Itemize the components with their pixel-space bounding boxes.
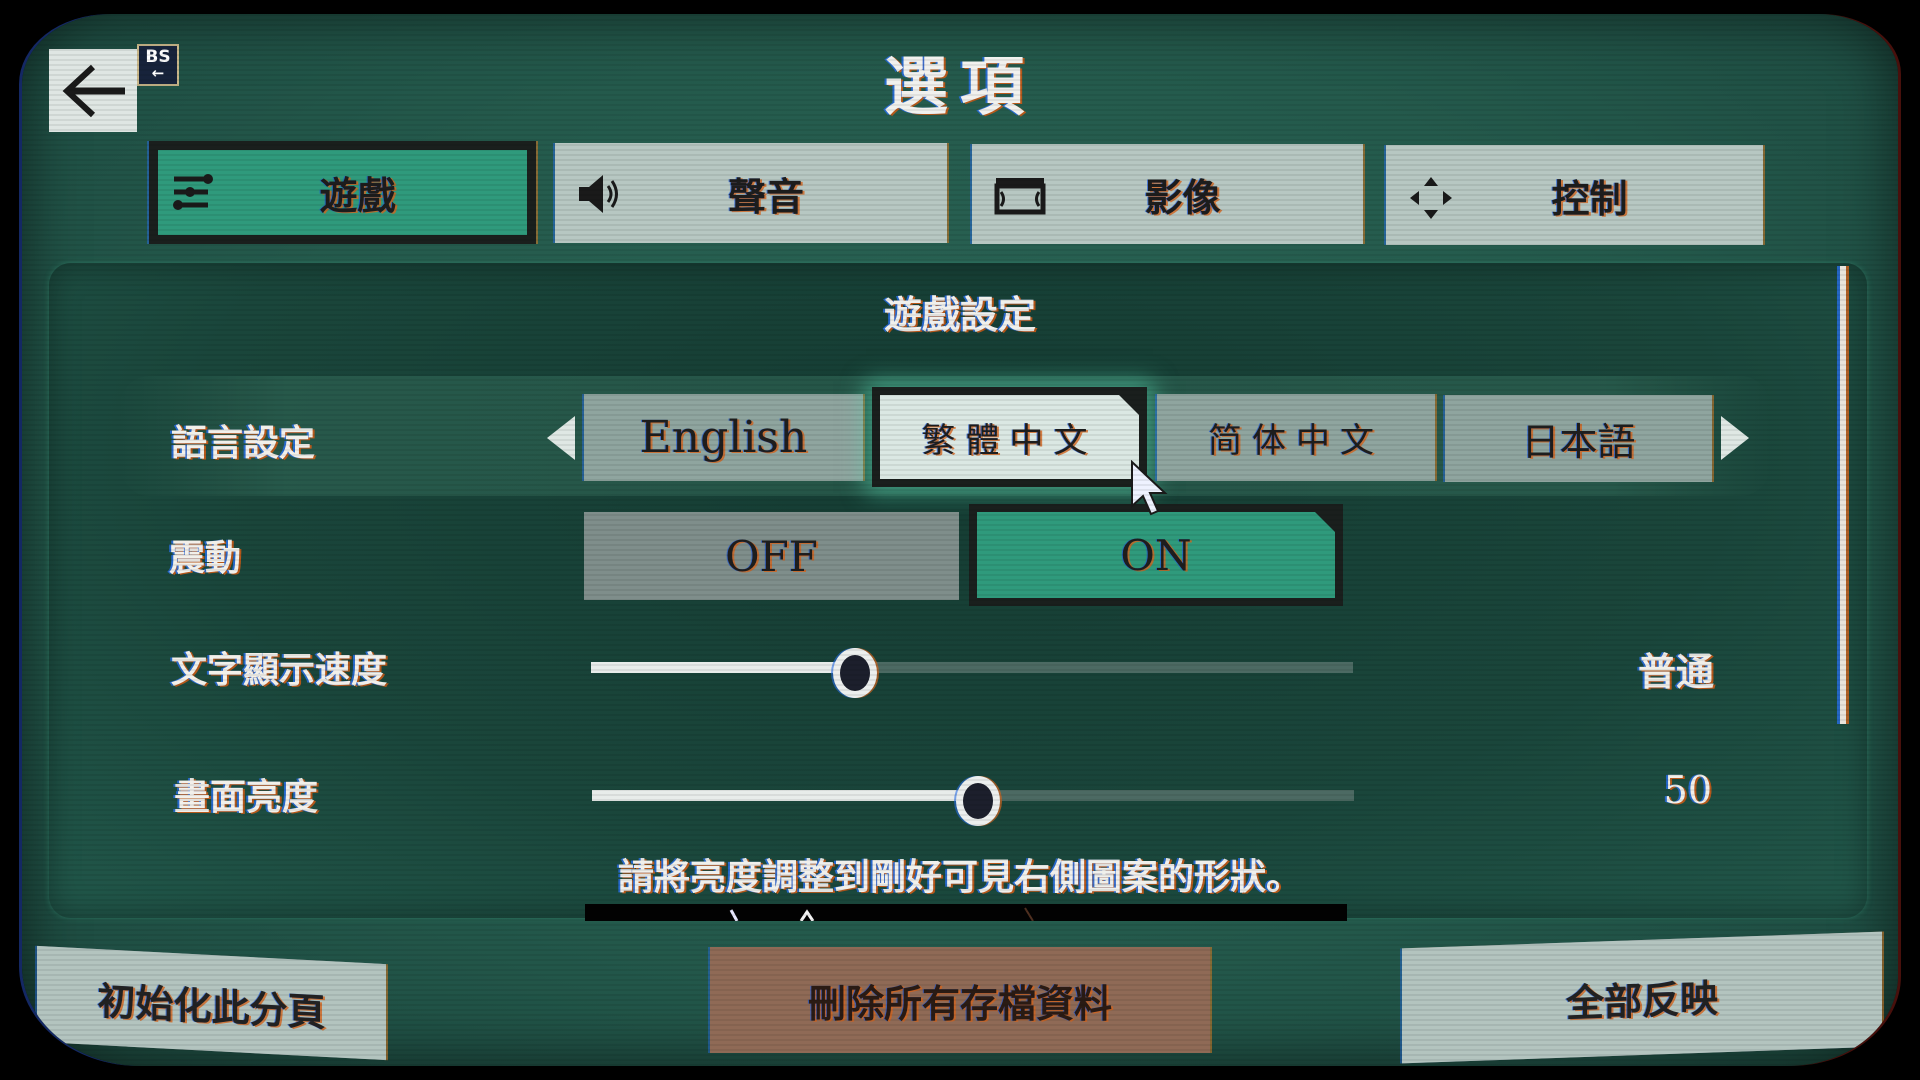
tab-sound-label: 聲音 (727, 173, 804, 219)
delete-all-saves-label: 刪除所有存檔資料 (807, 980, 1112, 1026)
slider-thumb[interactable] (956, 776, 1000, 826)
text-speed-label: 文字顯示速度 (171, 649, 388, 691)
brightness-test-pattern (585, 904, 1347, 921)
vibration-on-label: ON (1120, 530, 1192, 580)
text-speed-slider[interactable] (591, 648, 1353, 698)
brightness-slider[interactable] (592, 776, 1354, 826)
back-button[interactable] (49, 49, 137, 132)
selected-corner-mark (1314, 511, 1336, 533)
reset-page-label: 初始化此分頁 (97, 977, 326, 1035)
vibration-off-button[interactable]: OFF (584, 512, 959, 600)
slider-thumb[interactable] (833, 648, 878, 698)
delete-all-saves-button[interactable]: 刪除所有存檔資料 (710, 947, 1210, 1053)
apply-all-label: 全部反映 (1565, 975, 1718, 1026)
language-option-label: English (639, 412, 808, 463)
language-option-label: 日本語 (1521, 420, 1636, 464)
slider-fill (591, 662, 851, 673)
tab-game[interactable]: 遊戲 (149, 141, 536, 244)
mouse-cursor-icon (1131, 460, 1168, 516)
language-option-traditional-chinese[interactable]: 繁體中文 (872, 387, 1147, 487)
options-screen: BS ← 選項 遊戲 聲音 影像 控制 遊戲設定 語言設定 English 繁體… (22, 14, 1898, 1066)
vibration-off-label: OFF (725, 531, 818, 581)
language-option-label: 简体中文 (1208, 421, 1384, 461)
apply-all-button[interactable]: 全部反映 (1402, 931, 1882, 1064)
tab-controls[interactable]: 控制 (1386, 145, 1763, 245)
reset-page-button[interactable]: 初始化此分頁 (37, 945, 386, 1061)
language-option-japanese[interactable]: 日本語 (1445, 395, 1712, 482)
brightness-label: 畫面亮度 (174, 776, 319, 818)
tab-video[interactable]: 影像 (972, 144, 1363, 244)
brightness-value: 50 (1663, 768, 1712, 812)
language-prev-arrow-icon[interactable] (547, 416, 575, 460)
language-option-label: 繁體中文 (921, 420, 1098, 461)
backspace-key-hint: BS ← (137, 44, 179, 86)
tab-video-label: 影像 (1144, 174, 1221, 220)
back-arrow-icon (62, 64, 125, 118)
vibration-label: 震動 (169, 537, 242, 579)
language-label: 語言設定 (171, 422, 316, 464)
test-pattern-glyph (729, 907, 1034, 921)
selected-corner-mark (1118, 394, 1140, 416)
language-option-english[interactable]: English (584, 394, 863, 481)
brightness-hint: 請將亮度調整到剛好可見右側圖案的形狀。 (617, 856, 1302, 898)
slider-fill (592, 790, 973, 801)
vibration-on-button[interactable]: ON (969, 504, 1343, 606)
section-title: 遊戲設定 (883, 292, 1036, 337)
backspace-arrow-icon: ← (151, 64, 165, 82)
tab-controls-label: 控制 (1551, 175, 1628, 221)
tab-game-label: 遊戲 (319, 173, 396, 218)
language-option-simplified-chinese[interactable]: 简体中文 (1157, 394, 1435, 481)
text-speed-value: 普通 (1637, 649, 1714, 694)
settings-scrollbar[interactable] (1840, 266, 1846, 724)
tab-sound[interactable]: 聲音 (555, 143, 947, 243)
language-next-arrow-icon[interactable] (1721, 416, 1749, 460)
page-title: 選項 (884, 50, 1036, 125)
